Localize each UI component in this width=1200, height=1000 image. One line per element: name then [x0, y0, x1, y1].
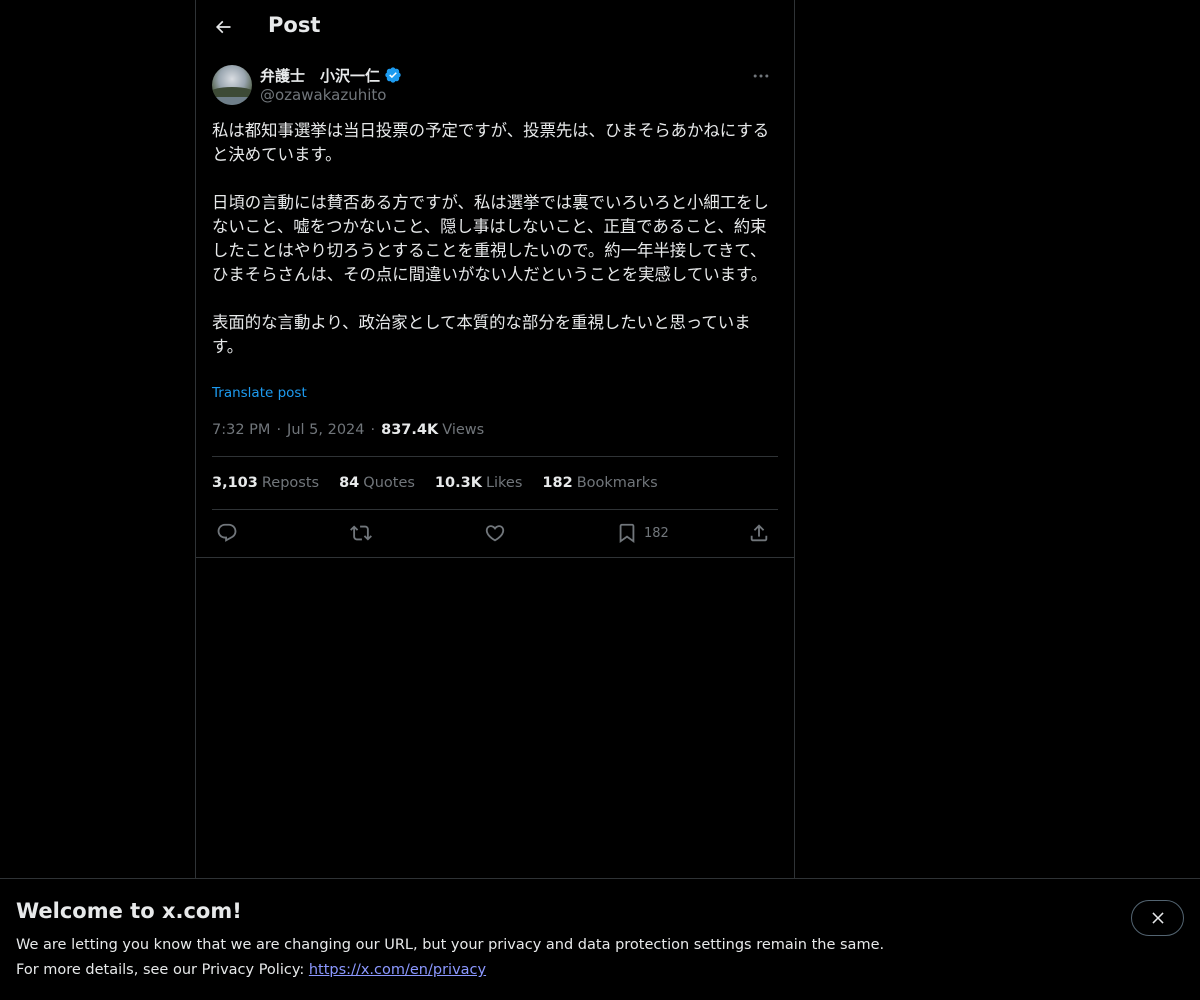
avatar-water	[212, 97, 252, 105]
translate-post-link[interactable]: Translate post	[212, 385, 307, 401]
quotes-count: 84	[339, 475, 360, 491]
verified-badge-icon[interactable]	[384, 66, 402, 84]
reply-button[interactable]	[216, 518, 238, 548]
likes-count: 10.3K	[434, 475, 482, 491]
close-banner-button[interactable]	[1131, 900, 1184, 936]
likes-stat[interactable]: 10.3K Likes	[435, 475, 522, 491]
meta-separator: ·	[370, 422, 376, 438]
divider	[212, 509, 778, 510]
post-text: 私は都知事選挙は当日投票の予定ですが、投票先は、ひまそらあかねにすると決めていま…	[212, 121, 770, 356]
banner-details: For more details, see our Privacy Policy…	[16, 962, 486, 978]
banner-message: We are letting you know that we are chan…	[16, 937, 885, 953]
action-bar: 182	[212, 518, 778, 548]
post-author: 弁護士 小沢一仁 @ozawakazuhito	[212, 64, 778, 108]
more-horizontal-icon	[753, 74, 769, 78]
arrow-left-icon	[215, 20, 231, 34]
display-name[interactable]: 弁護士 小沢一仁	[260, 65, 380, 86]
likes-label: Likes	[485, 475, 523, 491]
share-button[interactable]	[748, 518, 770, 548]
post-time[interactable]: 7:32 PM	[212, 422, 270, 438]
bookmarks-count: 182	[542, 475, 573, 491]
banner-title: Welcome to x.com!	[16, 899, 242, 923]
post-meta: 7:32 PM · Jul 5, 2024 · 837.4K Views	[212, 420, 484, 440]
quotes-stat[interactable]: 84 Quotes	[339, 475, 415, 491]
divider	[212, 456, 778, 457]
post-date[interactable]: Jul 5, 2024	[287, 422, 364, 438]
bookmarks-label: Bookmarks	[576, 475, 658, 491]
more-options-button[interactable]	[744, 64, 778, 88]
privacy-policy-link[interactable]: https://x.com/en/privacy	[309, 962, 486, 978]
repost-button[interactable]	[350, 518, 372, 548]
divider	[196, 557, 794, 558]
close-icon	[1151, 912, 1164, 924]
avatar[interactable]	[212, 65, 252, 105]
bookmarks-stat[interactable]: 182 Bookmarks	[542, 475, 657, 491]
reposts-stat[interactable]: 3,103 Reposts	[212, 475, 319, 491]
handle[interactable]: @ozawakazuhito	[260, 86, 386, 104]
reply-icon	[217, 523, 237, 542]
views-label: Views	[442, 422, 485, 438]
bookmark-button[interactable]: 182	[616, 518, 669, 548]
repost-icon	[350, 525, 372, 541]
name-row: 弁護士 小沢一仁	[260, 64, 402, 86]
like-button[interactable]	[484, 518, 506, 548]
primary-column: Post 弁護士 小沢一仁 @ozawakazuhito 私は都知事選挙は当日投…	[195, 0, 795, 1000]
bookmark-icon	[619, 523, 635, 544]
share-icon	[750, 524, 768, 542]
banner-details-prefix: For more details, see our Privacy Policy…	[16, 962, 309, 978]
url-change-banner: Welcome to x.com! We are letting you kno…	[0, 878, 1200, 1000]
page-title: Post	[268, 13, 321, 37]
reposts-count: 3,103	[212, 475, 258, 491]
reposts-label: Reposts	[261, 475, 320, 491]
quotes-label: Quotes	[363, 475, 415, 491]
bookmark-count: 182	[644, 525, 669, 541]
back-button[interactable]	[206, 10, 240, 44]
heart-icon	[485, 525, 505, 542]
top-bar: Post	[196, 0, 794, 53]
meta-separator: ·	[276, 422, 282, 438]
views-count: 837.4K	[381, 422, 439, 438]
post-stats: 3,103 Reposts 84 Quotes 10.3K Likes 182 Book…	[212, 473, 658, 493]
